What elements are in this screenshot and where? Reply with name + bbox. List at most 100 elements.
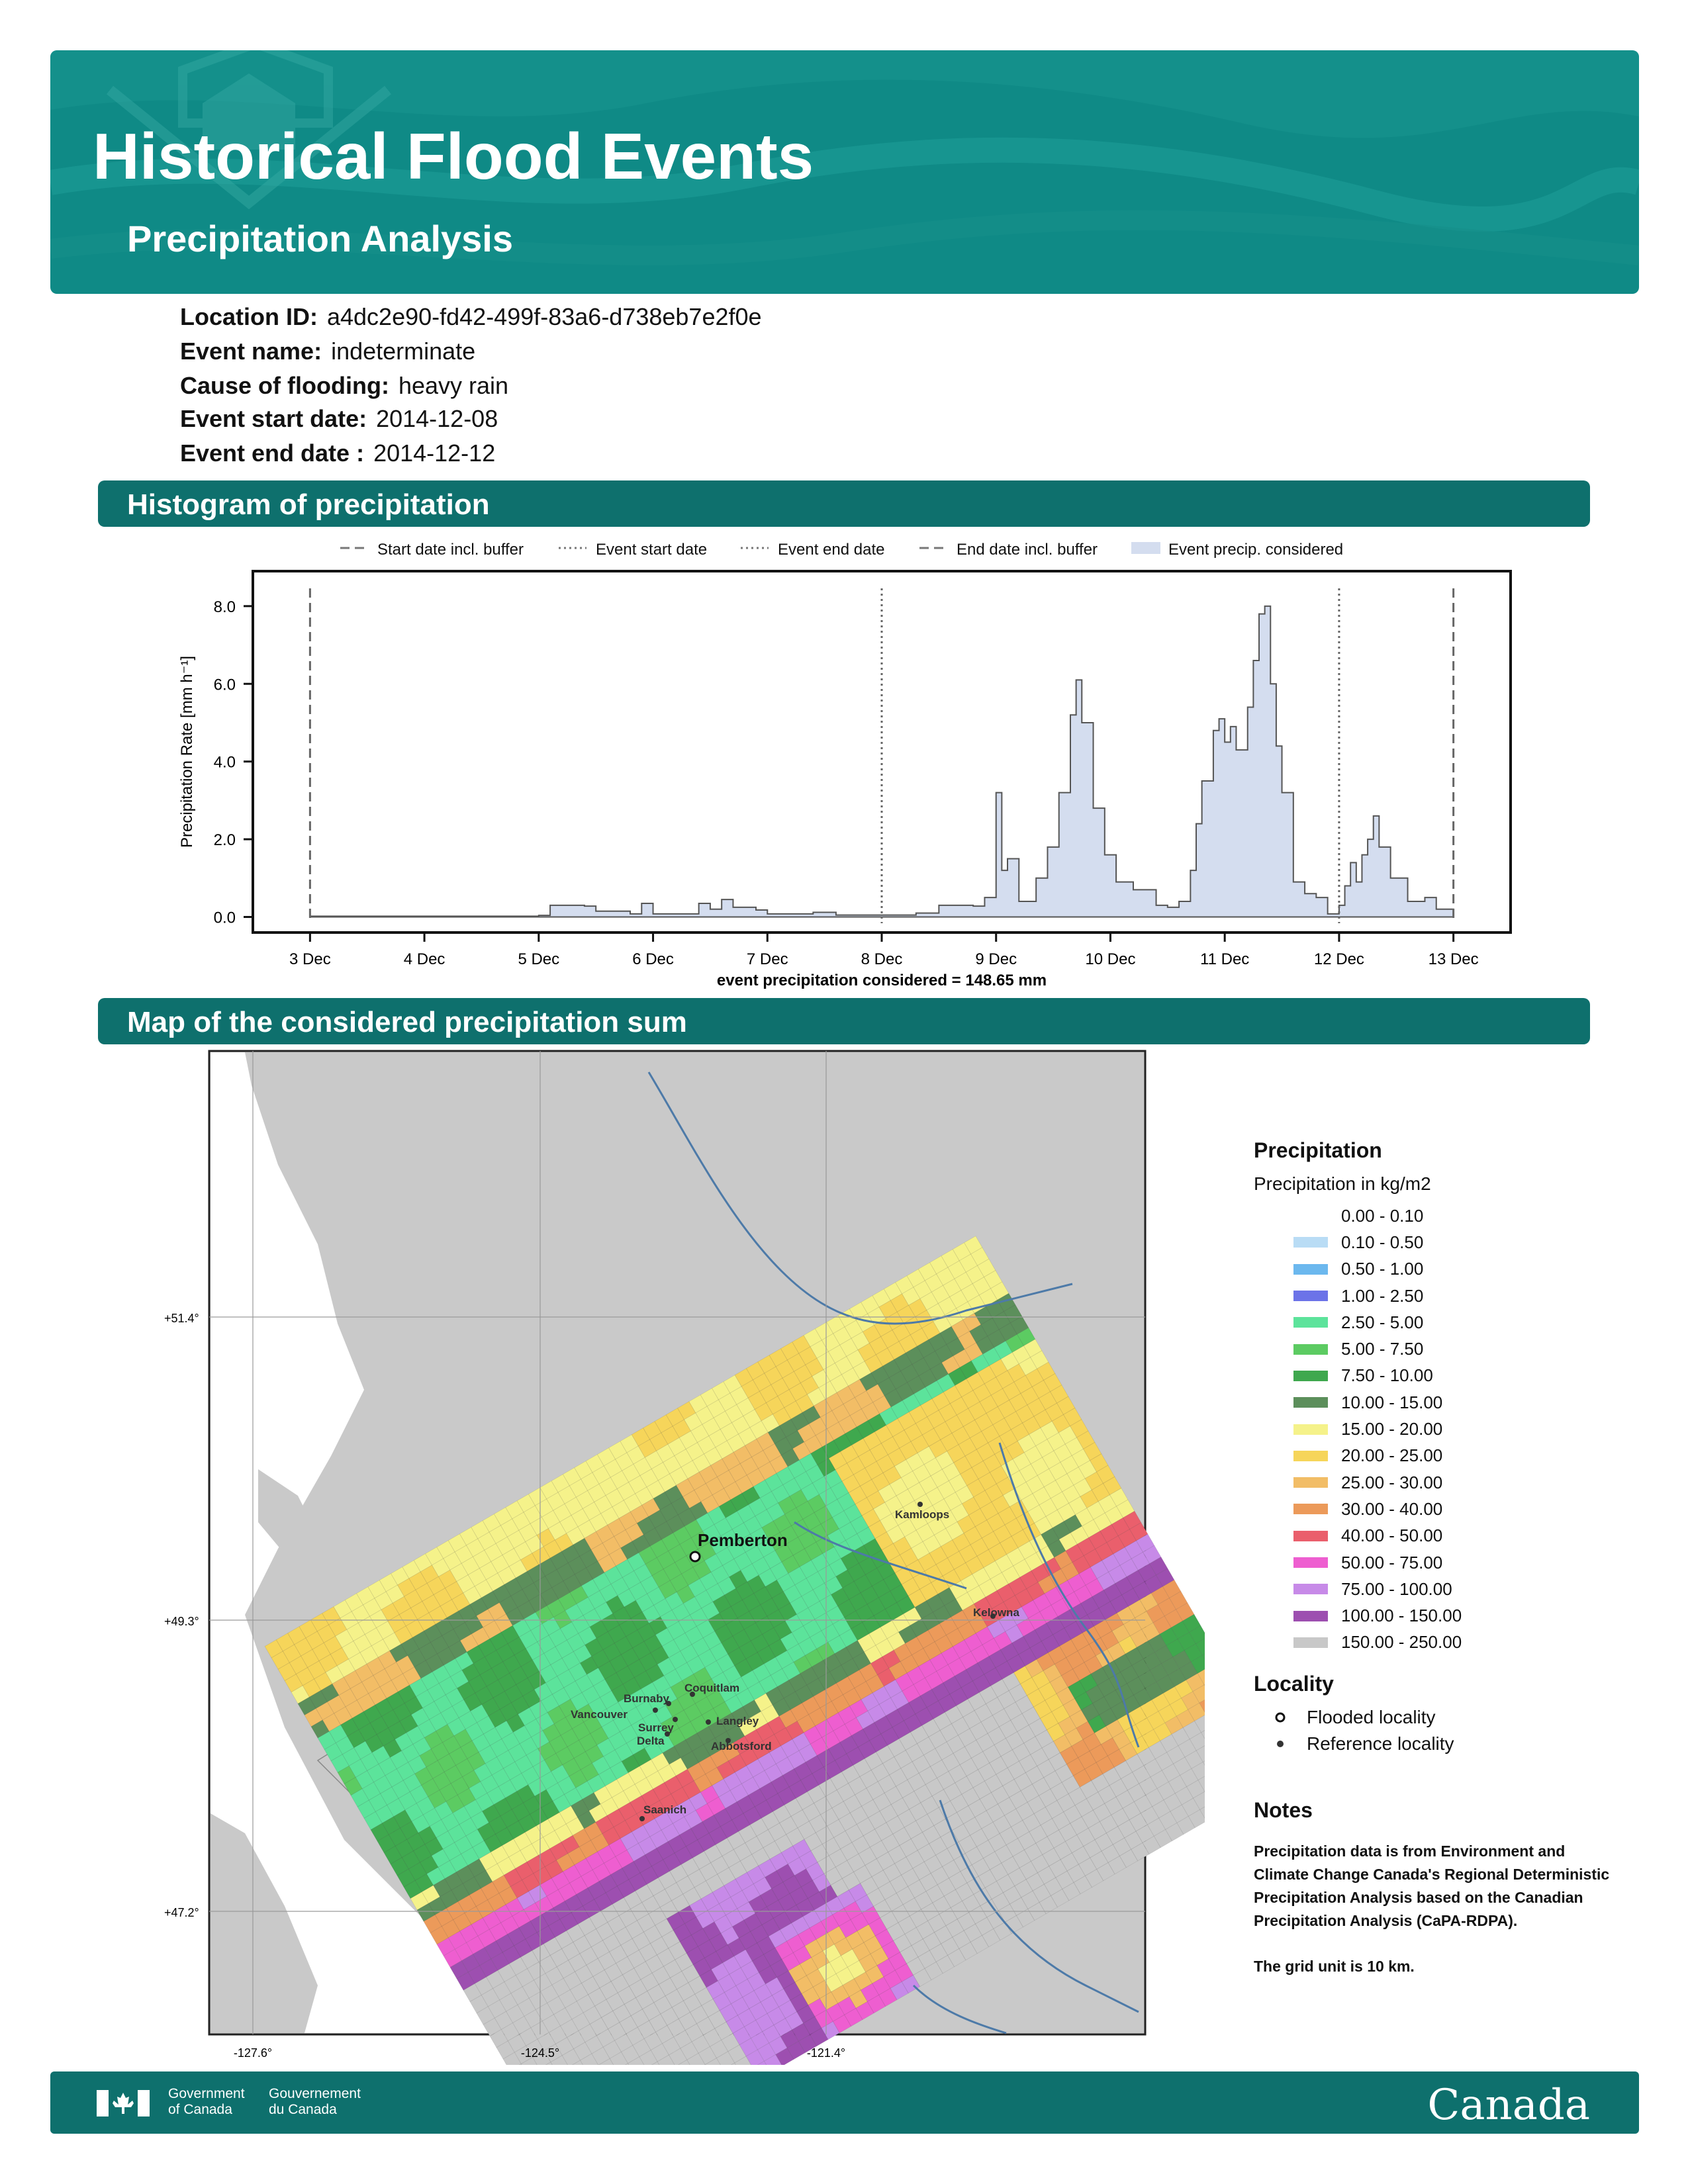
histogram-section-title: Histogram of precipitation (127, 488, 490, 521)
location-id-value: a4dc2e90-fd42-499f-83a6-d738eb7e2f0e (326, 303, 762, 330)
precipitation-map: +51.4° +49.3° +47.2° -127.6° -124.5° -121.4° P… (164, 1050, 1205, 2065)
locality-label: Saanich (643, 1803, 686, 1816)
end-date-value: 2014-12-12 (373, 439, 496, 467)
locality-label: Delta (637, 1735, 665, 1747)
legend-class-label: 7.50 - 10.00 (1341, 1365, 1433, 1386)
flooded-locality-marker (1275, 1712, 1286, 1723)
legend-class-label: 20.00 - 25.00 (1341, 1445, 1443, 1466)
legend-class-swatch (1293, 1610, 1328, 1621)
legend-class-row: 5.00 - 7.50 (1254, 1336, 1624, 1362)
legend-class-label: 1.00 - 2.50 (1341, 1285, 1424, 1306)
legend-class-row: 10.00 - 15.00 (1254, 1389, 1624, 1416)
x-tick-label: 7 Dec (747, 950, 788, 968)
legend-class-swatch (1293, 1637, 1328, 1648)
reference-locality-marker (639, 1816, 645, 1821)
legend-class-label: 0.50 - 1.00 (1341, 1259, 1424, 1279)
legend-class-row: 20.00 - 25.00 (1254, 1443, 1624, 1469)
reference-locality-marker (706, 1719, 711, 1725)
cause-label: Cause of flooding: (180, 372, 389, 399)
end-date-row: Event end date : 2014-12-12 (180, 439, 495, 467)
page-subtitle: Precipitation Analysis (127, 218, 513, 259)
legend-class-label: 2.50 - 5.00 (1341, 1312, 1424, 1332)
legend-class-row: 2.50 - 5.00 (1254, 1309, 1624, 1336)
reference-locality-label: Reference locality (1307, 1733, 1454, 1754)
map-lon-label: -127.6° (234, 2046, 272, 2060)
notes-text: Precipitation data is from Environment a… (1254, 1843, 1610, 1930)
legend-class-swatch (1293, 1317, 1328, 1328)
legend-class-row: 75.00 - 100.00 (1254, 1576, 1624, 1602)
canada-flag-icon (97, 2090, 150, 2116)
gov-en-line2: of Canada (168, 2102, 232, 2117)
legend-area-swatch (1131, 542, 1160, 554)
event-name-label: Event name: (180, 338, 322, 365)
legend-entry: Event end date (741, 541, 884, 559)
legend-class-label: 50.00 - 75.00 (1341, 1552, 1443, 1572)
legend-label: Event end date (778, 541, 884, 559)
x-tick-label: 11 Dec (1200, 950, 1249, 968)
locality-label: Kamloops (895, 1508, 949, 1521)
legend-class-row: 150.00 - 250.00 (1254, 1629, 1624, 1656)
legend-class-label: 150.00 - 250.00 (1341, 1632, 1462, 1653)
legend-entry: Event precip. considered (1131, 541, 1343, 559)
legend-class-swatch (1293, 1343, 1328, 1355)
y-axis-label: Precipitation Rate [mm h⁻¹] (178, 656, 196, 848)
legend-entry: Event start date (559, 541, 707, 559)
legend-class-label: 30.00 - 40.00 (1341, 1498, 1443, 1519)
gov-fr-line2: du Canada (269, 2102, 337, 2117)
reference-locality-marker (653, 1707, 658, 1713)
legend-class-label: 40.00 - 50.00 (1341, 1525, 1443, 1546)
legend-class-label: 75.00 - 100.00 (1341, 1578, 1452, 1599)
legend-label: End date incl. buffer (957, 541, 1098, 559)
event-name-value: indeterminate (331, 338, 476, 365)
legend-class-row: 0.50 - 1.00 (1254, 1256, 1624, 1283)
legend-class-swatch (1293, 1477, 1328, 1488)
start-date-row: Event start date: 2014-12-08 (180, 405, 498, 433)
cause-row: Cause of flooding: heavy rain (180, 372, 508, 400)
start-date-label: Event start date: (180, 405, 367, 432)
locality-title: Locality (1254, 1672, 1334, 1696)
locality-label: Langley (716, 1715, 759, 1727)
grid-note: The grid unit is 10 km. (1254, 1958, 1415, 1976)
legend-class-row: 30.00 - 40.00 (1254, 1496, 1624, 1522)
locality-label: Vancouver (571, 1708, 628, 1721)
map-lat-label: +51.4° (164, 1312, 199, 1325)
legend-class-swatch (1293, 1291, 1328, 1302)
legend-class-label: 0.00 - 0.10 (1341, 1205, 1424, 1226)
flooded-locality-entry: Flooded locality (1254, 1704, 1624, 1731)
legend-class-swatch (1293, 1370, 1328, 1381)
locality-kelowna: Kelowna (973, 1606, 1019, 1619)
legend-class-label: 25.00 - 30.00 (1341, 1472, 1443, 1492)
legend-label: Start date incl. buffer (377, 541, 524, 559)
x-tick-label: 9 Dec (975, 950, 1017, 968)
location-id-label: Location ID: (180, 303, 318, 330)
legend-class-label: 5.00 - 7.50 (1341, 1339, 1424, 1359)
legend-class-row: 40.00 - 50.00 (1254, 1523, 1624, 1549)
legend-class-label: 15.00 - 20.00 (1341, 1419, 1443, 1439)
plot-frame (252, 570, 1512, 934)
legend-class-label: 0.10 - 0.50 (1341, 1232, 1424, 1252)
locality-label: Burnaby (624, 1692, 670, 1705)
gov-fr-line1: Gouvernement (269, 2086, 361, 2101)
precipitation-histogram: Start date incl. buffer Event start date E… (178, 541, 1512, 989)
legend-class-swatch (1293, 1424, 1328, 1435)
map-section-title: Map of the considered precipitation sum (127, 1006, 687, 1038)
end-date-label: Event end date : (180, 439, 365, 467)
x-tick-label: 4 Dec (404, 950, 445, 968)
map-lon-label: -124.5° (521, 2046, 559, 2060)
reference-locality-marker (917, 1502, 923, 1507)
legend-entry: Start date incl. buffer (340, 541, 524, 559)
x-axis-label: event precipitation considered = 148.65 … (717, 972, 1047, 989)
y-tick-label: 2.0 (214, 831, 236, 849)
x-tick-label: 8 Dec (861, 950, 903, 968)
legend-class-row: 100.00 - 150.00 (1254, 1602, 1624, 1629)
canada-wordmark: Canada (1427, 2081, 1590, 2130)
flooded-locality-marker (689, 1551, 701, 1563)
y-tick-label: 8.0 (214, 598, 236, 616)
location-id-row: Location ID: a4dc2e90-fd42-499f-83a6-d738… (180, 303, 762, 331)
page-header: Historical Flood Events Precipitation An… (50, 50, 1639, 294)
gov-en-line1: Government (168, 2086, 245, 2101)
legend-class-row: 0.10 - 0.50 (1254, 1229, 1624, 1255)
legend-class-label: 100.00 - 150.00 (1341, 1606, 1462, 1626)
gov-en: Government of Canada (168, 2086, 245, 2118)
legend-class-swatch (1293, 1504, 1328, 1515)
